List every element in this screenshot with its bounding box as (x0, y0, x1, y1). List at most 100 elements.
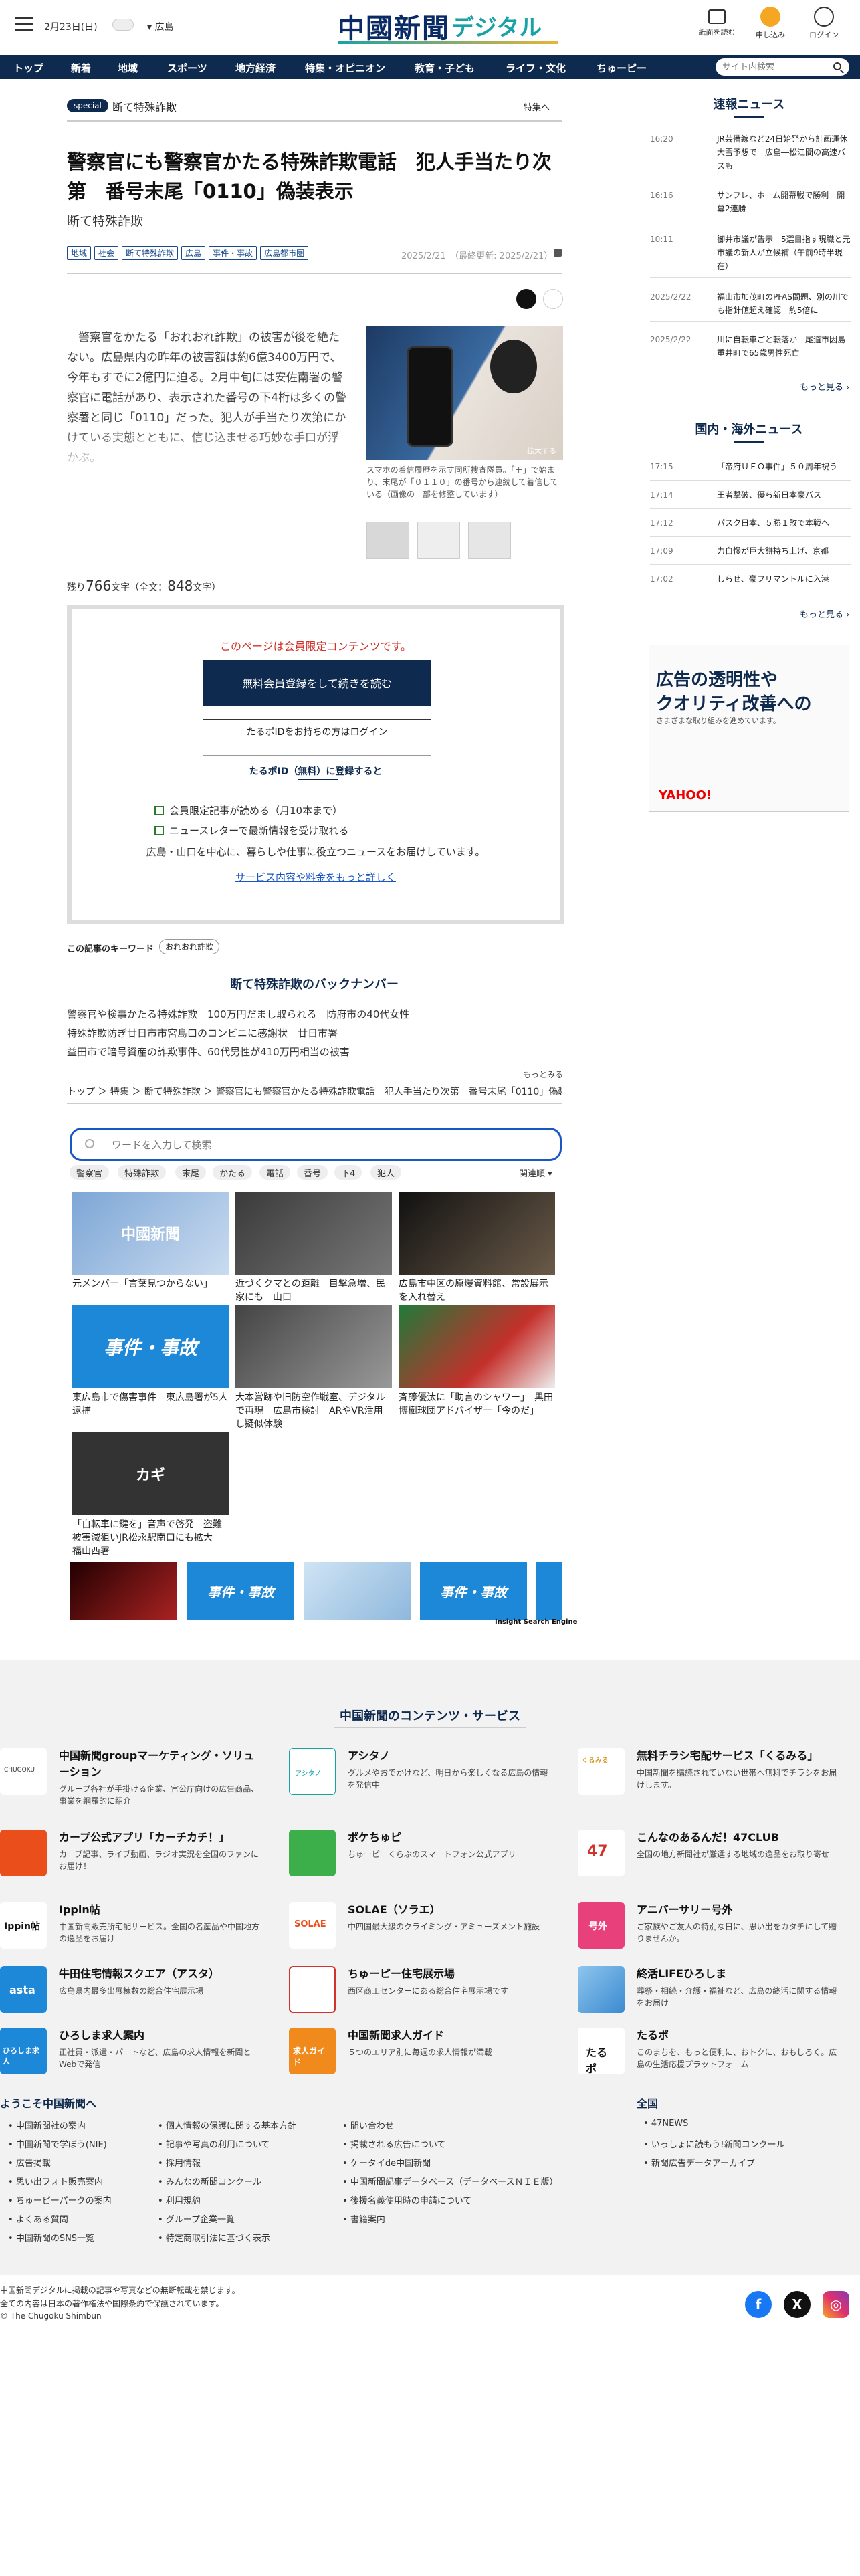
strip-card[interactable] (304, 1562, 411, 1620)
footer-link[interactable]: • 中国新聞社の案内 (8, 2119, 86, 2131)
result-card[interactable]: 広島市中区の原爆資料館、常設展示を入れ替え (399, 1192, 555, 1304)
zoom-link[interactable]: 拡大する (527, 445, 556, 456)
service-item[interactable]: たるポ たるポ このまちを、もっと便利に、おトクに、おもしろく。広島の生活応援プラッ… (578, 2028, 859, 2088)
footer-link[interactable]: • 後援名義使用時の申請について (342, 2193, 471, 2206)
footer-link[interactable]: • 利用規約 (158, 2193, 201, 2206)
sort-select[interactable]: 関連順 ▾ (519, 1166, 552, 1179)
footer-link[interactable]: • 掲載される広告について (342, 2137, 445, 2150)
keyword-chip[interactable]: 下4 (334, 1165, 362, 1180)
service-item[interactable]: ポケちゅピ ちゅーピーくらぶのスマートフォン公式アプリ (289, 1830, 570, 1890)
footer-link[interactable]: • 中国新聞のSNS一覧 (8, 2231, 94, 2244)
paper-read-button[interactable]: 紙面を読む (697, 7, 737, 37)
tag[interactable]: 広島 (181, 246, 206, 260)
backnumber-item[interactable]: 特殊詐欺防ぎ廿日市市宮島口のコンビニに感謝状 廿日市署 (67, 1026, 338, 1040)
keyword-chip[interactable]: 警察官 (70, 1165, 110, 1180)
keyword-chip[interactable]: 電話 (259, 1165, 291, 1180)
keyword-chip[interactable]: 犯人 (370, 1165, 402, 1180)
site-search-input[interactable] (722, 61, 829, 73)
service-item[interactable]: CHUGOKU 中国新聞groupマーケティング・ソリューション グループ各社が手掛… (0, 1748, 281, 1822)
backnumber-item[interactable]: 警察官や検事かたる特殊詐欺 100万円だまし取られる 防府市の40代女性 (67, 1007, 409, 1021)
service-item[interactable]: ひろしま求人 ひろしま求人案内 正社員・派遣・パートなど、広島の求人情報を新聞とWe… (0, 2028, 281, 2088)
x-icon[interactable]: X (784, 2291, 811, 2318)
article-search-input[interactable] (112, 1138, 513, 1152)
service-item[interactable]: くるみる 無料チラシ宅配サービス「くるみる」 中国新聞を購読されていない世帯へ無料で… (578, 1748, 859, 1822)
photo-thumbnail[interactable] (417, 522, 460, 559)
service-item[interactable]: カープ公式アプリ「カーチカチ！」 カープ記事、ライブ動画、ラジオ実況を全国のファン… (0, 1830, 281, 1890)
keyword-chip[interactable]: 番号 (297, 1165, 328, 1180)
footer-link[interactable]: • グループ企業一覧 (158, 2212, 235, 2225)
breaking-more[interactable]: もっと見る › (800, 380, 849, 393)
footer-link[interactable]: • 書籍案内 (342, 2212, 385, 2225)
footer-link[interactable]: • 採用情報 (158, 2156, 201, 2169)
tag[interactable]: 断て特殊詐欺 (122, 246, 179, 260)
result-card[interactable]: 近づくクマとの距離 目撃急増、民家にも 山口 (235, 1192, 392, 1304)
nav-chupy[interactable]: ちゅーピー (597, 61, 647, 75)
service-item[interactable]: 47 こんなのあるんだ！47CLUB 全国の地方新聞社が厳選する地域の逸品をお取り寄… (578, 1830, 859, 1890)
photo-thumbnail[interactable] (366, 522, 409, 559)
facebook-icon[interactable]: f (745, 2291, 772, 2318)
result-card[interactable]: 中國新聞 元メンバー「言葉見つからない」 (72, 1192, 229, 1291)
strip-card[interactable] (70, 1562, 177, 1620)
footer-link[interactable]: • ちゅーピーパークの案内 (8, 2193, 112, 2206)
search-icon[interactable] (833, 62, 841, 70)
footer-link[interactable]: • 思い出フォト販売案内 (8, 2175, 103, 2187)
nav-top[interactable]: トップ (13, 61, 43, 75)
nav-economy[interactable]: 地方経済 (235, 61, 276, 75)
service-item[interactable]: 号外 アニバーサリー号外 ご家族やご友人の特別な日に、思い出をカタチにして贈りません… (578, 1902, 859, 1962)
result-card[interactable]: カギ 「自転車に鍵を」音声で啓発 盗難被害減狙いJR松永駅南口にも拡大 福山西署 (72, 1432, 229, 1558)
service-item[interactable]: アシタノ アシタノ グルメやおでかけなど、明日から楽しくなる広島の情報を発信中 (289, 1748, 570, 1822)
nav-region[interactable]: 地域 (118, 61, 138, 75)
service-item[interactable]: Ippin帖 Ippin帖 中国新聞販売所宅配サービス。全国の名産品や中国地方の逸品… (0, 1902, 281, 1962)
footer-link[interactable]: • みんなの新聞コンクール (158, 2175, 261, 2187)
nav-sports[interactable]: スポーツ (167, 61, 207, 75)
service-item[interactable]: 終活LIFEひろしま 葬祭・相続・介護・福祉など、広島の終活に関する情報をお届け (578, 1966, 859, 2026)
result-card[interactable]: 事件・事故 東広島市で傷害事件 東広島署が5人逮捕 (72, 1305, 229, 1418)
service-detail-link[interactable]: サービス内容や料金をもっと詳しく (72, 870, 560, 884)
login-button[interactable]: ログイン (804, 7, 844, 40)
footer-link[interactable]: • 特定商取引法に基づく表示 (158, 2231, 270, 2244)
footer-link[interactable]: • 記事や写真の利用について (158, 2137, 270, 2150)
footer-link[interactable]: • ケータイde中国新聞 (342, 2156, 431, 2169)
ad-banner[interactable]: 広告の透明性や クオリティ改善への さまざまな取り組みを進めています。 YAHOO… (649, 645, 849, 812)
keyword-tag[interactable]: おれおれ詐欺 (159, 939, 220, 954)
nav-education[interactable]: 教育・子ども (415, 61, 475, 75)
footer-link[interactable]: • 中国新聞記事データベース（データベースＮＩＥ版） (342, 2175, 558, 2187)
taru-login-button[interactable]: たるポIDをお持ちの方はログイン (203, 719, 431, 744)
link-copy-icon[interactable] (543, 289, 563, 309)
nav-life[interactable]: ライフ・文化 (506, 61, 566, 75)
world-more[interactable]: もっと見る › (800, 607, 849, 620)
backnumber-item[interactable]: 益田市で暗号資産の詐欺事件、60代男性が410万円相当の被害 (67, 1045, 350, 1059)
footer-link[interactable]: • 中国新聞で学ぼう(NIE) (8, 2137, 107, 2150)
tag[interactable]: 社会 (94, 246, 119, 260)
footer-link[interactable]: • よくある質問 (8, 2212, 68, 2225)
register-button[interactable]: 無料会員登録をして続きを読む (203, 660, 431, 706)
keyword-chip[interactable]: 末尾 (175, 1165, 207, 1180)
result-card[interactable]: 斉藤優汰に「助言のシャワー」 黒田博樹球団アドバイザー「今のだ」 (399, 1305, 555, 1418)
strip-card[interactable]: 事件・事故 (187, 1562, 294, 1620)
breadcrumb[interactable]: トップ ＞ 特集 ＞ 断て特殊詐欺 ＞ 警察官にも警察官かたる特殊詐欺電話 犯人… (67, 1085, 562, 1104)
instagram-icon[interactable]: ◎ (823, 2291, 849, 2318)
tag[interactable]: 広島都市圏 (260, 246, 309, 260)
feature-link[interactable]: 特集へ (524, 100, 550, 113)
footer-link[interactable]: • 広告掲載 (8, 2156, 51, 2169)
series-title[interactable]: 断て特殊詐欺 (112, 98, 177, 114)
keyword-chip[interactable]: 特殊詐欺 (118, 1165, 167, 1180)
service-item[interactable]: ちゅーピー住宅展示場 西区商工センターにある総合住宅展示場です (289, 1966, 570, 2026)
site-logo[interactable]: 中國新聞 デジタル (338, 7, 558, 45)
service-item[interactable]: SOLAE SOLAE（ソラエ） 中四国最大級のクライミング・アミューズメント施設 (289, 1902, 570, 1962)
strip-card[interactable] (536, 1562, 562, 1620)
keyword-chip[interactable]: かたる (213, 1165, 253, 1180)
nav-new[interactable]: 新着 (71, 61, 91, 75)
tag[interactable]: 事件・事故 (209, 246, 257, 260)
footer-link[interactable]: • 個人情報の保護に関する基本方針 (158, 2119, 296, 2131)
footer-link[interactable]: • 新聞広告データアーカイブ (643, 2156, 755, 2169)
x-share-icon[interactable] (516, 289, 536, 309)
service-item[interactable]: asta 牛田住宅情報スクエア（アスタ） 広島県内最多出展棟数の総合住宅展示場 (0, 1966, 281, 2026)
signup-button[interactable]: 申し込み (750, 7, 790, 40)
menu-icon[interactable] (15, 17, 33, 32)
photo-thumbnail[interactable] (468, 522, 511, 559)
article-photo[interactable]: 拡大する (366, 326, 563, 460)
result-card[interactable]: 大本営跡や旧防空作戦室、デジタルで再現 広島市検討 ARやVR活用し疑似体験 (235, 1305, 392, 1431)
backnumber-more[interactable]: もっとみる (523, 1069, 563, 1080)
footer-link[interactable]: • 47NEWS (643, 2119, 688, 2129)
